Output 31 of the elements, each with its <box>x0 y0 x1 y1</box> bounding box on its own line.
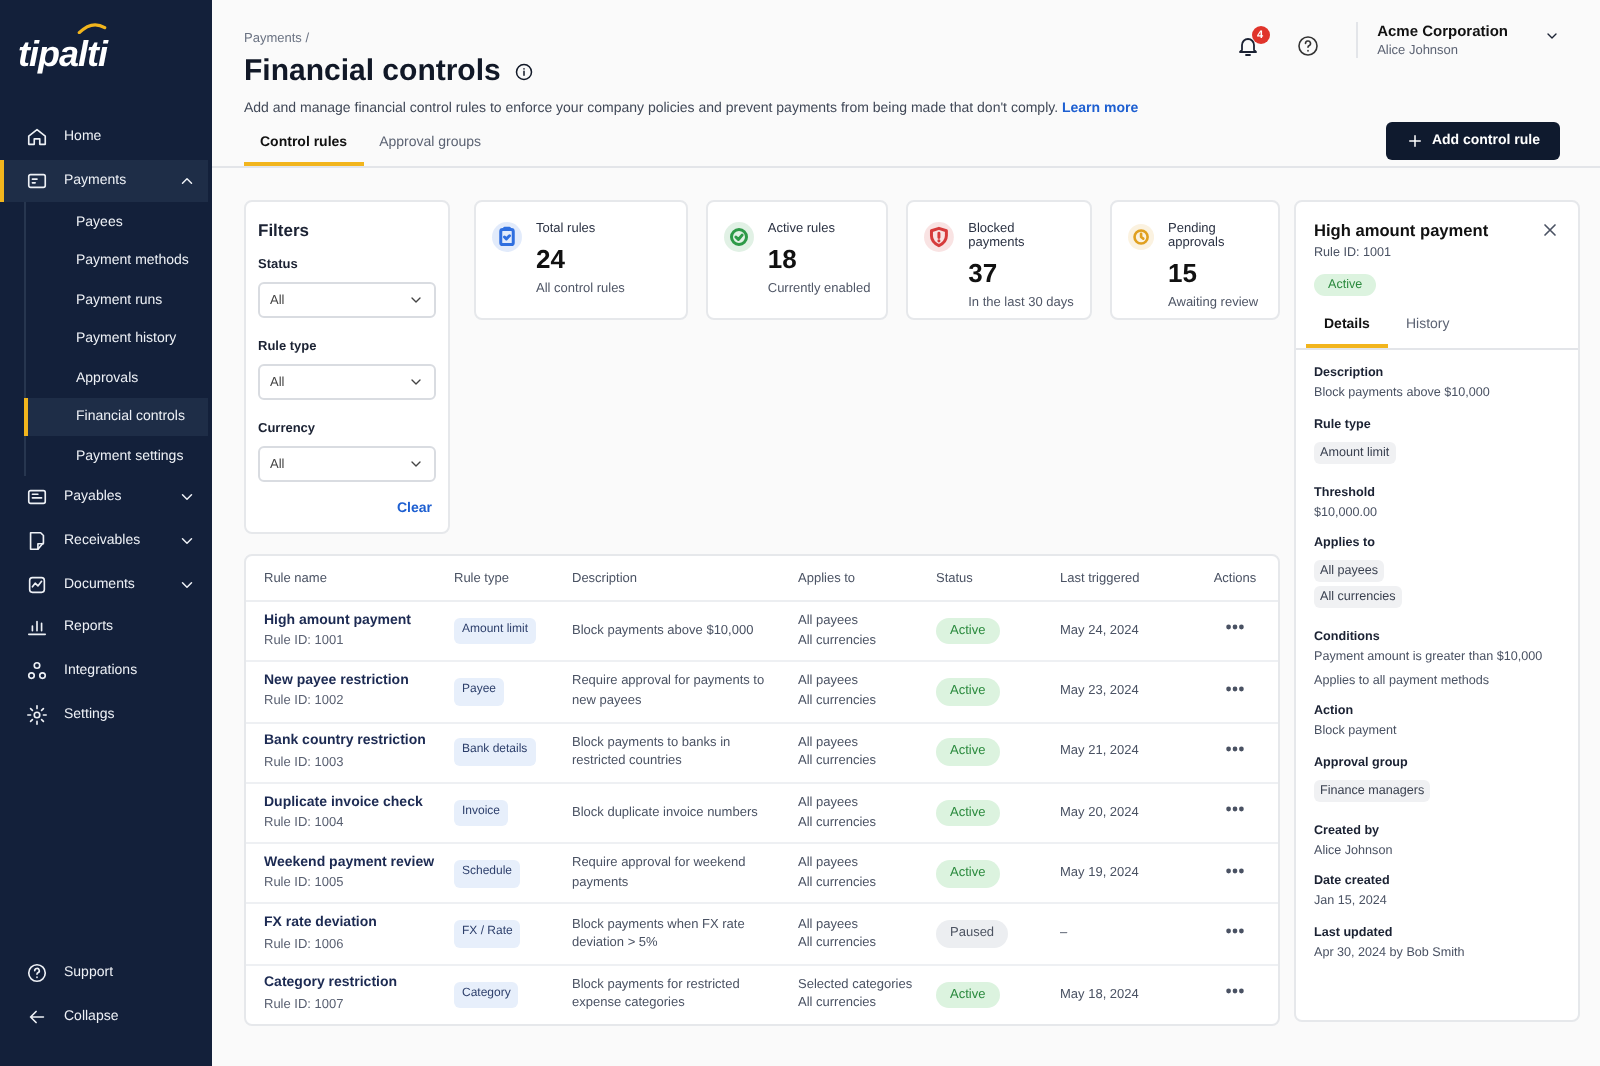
chevron-icon <box>1544 28 1560 44</box>
filters-title: Filters <box>258 220 312 240</box>
plus-icon <box>1405 132 1424 150</box>
close-icon[interactable] <box>1540 220 1560 240</box>
chevron-icon <box>408 374 424 390</box>
chevron-icon <box>408 292 424 308</box>
document-icon <box>26 486 48 509</box>
check-circle-icon <box>723 222 754 252</box>
settings-icon <box>26 703 48 726</box>
stat-value: 37 <box>968 258 1000 288</box>
logo-text: tipalti <box>18 36 107 72</box>
info-icon <box>514 61 535 81</box>
page-title: Financial controls <box>244 54 501 88</box>
panel-title: High amount payment <box>1314 220 1489 240</box>
stat-value: 15 <box>1168 258 1199 288</box>
chart-icon <box>26 573 48 596</box>
card-icon <box>26 170 48 193</box>
help-icon <box>26 961 48 984</box>
stat-value: 24 <box>536 244 567 274</box>
arrow-left-icon <box>26 1005 48 1028</box>
bar-chart-icon <box>26 616 48 639</box>
home-icon <box>26 126 48 149</box>
bell-icon[interactable] <box>1235 34 1260 58</box>
chevron-icon <box>408 456 424 472</box>
shield-icon <box>924 222 955 252</box>
invoice-icon <box>26 529 48 552</box>
clock-icon <box>1127 222 1155 252</box>
circles-icon <box>26 659 48 682</box>
clipboard-icon <box>492 222 522 252</box>
stat-value: 18 <box>767 244 799 274</box>
help-icon[interactable] <box>1295 34 1320 58</box>
